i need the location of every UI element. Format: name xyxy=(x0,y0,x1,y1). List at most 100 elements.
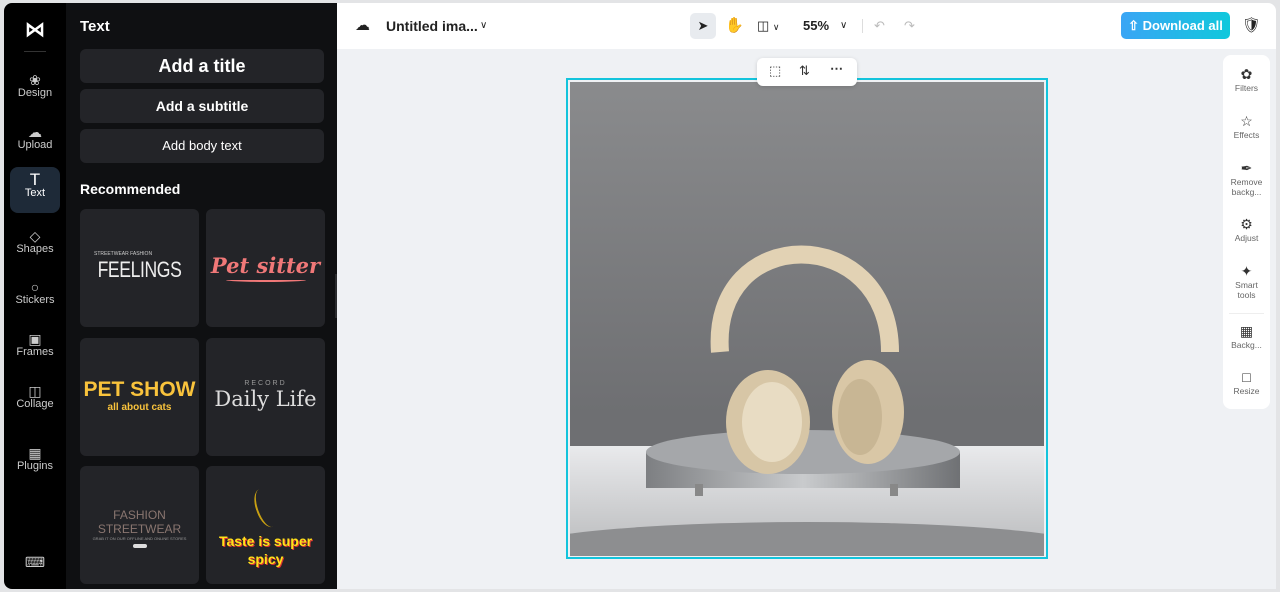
headphones-image[interactable] xyxy=(570,82,1044,556)
template-feelings[interactable]: STREETWEAR FASHION FEELINGS xyxy=(80,209,199,327)
template-main-text: FASHION STREETWEAR xyxy=(97,508,182,536)
template-pet-show[interactable]: PET SHOW all about cats xyxy=(80,338,199,456)
add-body-text-button[interactable]: Add body text xyxy=(80,129,324,163)
label: Frames xyxy=(16,346,54,358)
label: Collage xyxy=(16,398,54,410)
tool-effects[interactable]: ☆ Effects xyxy=(1223,112,1270,140)
template-fashion-streetwear[interactable]: FASHION STREETWEAR GRAB IT ON OUR OFFLIN… xyxy=(80,466,199,584)
label: Upload xyxy=(17,139,53,151)
undo-button[interactable]: ↶ xyxy=(874,13,885,39)
template-main-text: PET SHOW xyxy=(83,378,196,401)
rail-item-stickers[interactable]: ○ Stickers xyxy=(10,274,60,320)
upload-icon: ⇧ xyxy=(1128,18,1140,33)
redo-button[interactable]: ↷ xyxy=(904,13,915,39)
stickers-icon: ○ xyxy=(30,279,40,295)
shapes-icon: ◇ xyxy=(29,228,41,244)
rail-item-plugins[interactable]: ▦ Plugins xyxy=(10,440,60,486)
remove-background-icon: ✒ xyxy=(1240,160,1253,176)
label: Remove backg... xyxy=(1230,177,1263,197)
rail-item-text[interactable]: T Text xyxy=(10,167,60,213)
rail-item-design[interactable]: ❀ Design xyxy=(10,67,60,113)
template-main-text: FEELINGS xyxy=(97,257,182,282)
left-rail: ⋈ ❀ Design ☁ Upload T Text ◇ Shapes ○ Sticker… xyxy=(4,3,66,589)
shield-icon[interactable]: 🛡 xyxy=(1242,13,1261,39)
download-all-button[interactable]: ⇧ Download all xyxy=(1121,12,1230,39)
layout-button[interactable]: ◫ ∨ xyxy=(757,13,780,39)
label: Resize xyxy=(1233,386,1260,396)
headphones-photo xyxy=(570,245,1044,556)
file-name[interactable]: Untitled ima... xyxy=(386,13,478,39)
design-icon: ❀ xyxy=(29,72,41,88)
layout-icon: ◫ xyxy=(757,18,770,33)
rail-item-frames[interactable]: ▣ Frames xyxy=(10,326,60,372)
divider xyxy=(1229,313,1264,314)
label: Download all xyxy=(1142,18,1223,33)
plugins-icon: ▦ xyxy=(28,445,42,461)
capcut-logo[interactable]: ⋈ xyxy=(24,17,46,41)
magic-wand-icon: ✦ xyxy=(1240,263,1253,279)
template-main-text: Taste is super spicy xyxy=(218,533,313,567)
divider xyxy=(24,51,46,52)
collage-icon: ◫ xyxy=(28,383,42,399)
chevron-down-icon[interactable]: ∨ xyxy=(480,13,487,39)
add-subtitle-button[interactable]: Add a subtitle xyxy=(80,89,324,123)
text-icon: T xyxy=(29,170,41,189)
template-pet-sitter[interactable]: Pet sitter xyxy=(206,209,325,327)
right-toolbar: ✿ Filters ☆ Effects ✒ Remove backg... ⚙ Adju… xyxy=(1223,55,1270,409)
template-pill xyxy=(132,544,147,548)
cloud-sync-icon[interactable]: ☁ xyxy=(355,13,370,39)
rail-item-shapes[interactable]: ◇ Shapes xyxy=(10,223,60,269)
tool-remove-background[interactable]: ✒ Remove backg... xyxy=(1223,159,1270,197)
filters-icon: ✿ xyxy=(1240,66,1253,82)
tool-filters[interactable]: ✿ Filters xyxy=(1223,65,1270,93)
tool-resize[interactable]: □ Resize xyxy=(1223,368,1270,396)
effects-icon: ☆ xyxy=(1240,113,1253,129)
swoosh-decoration xyxy=(225,278,306,282)
hand-tool-button[interactable]: ✋ xyxy=(725,13,744,39)
tool-background[interactable]: ▦ Backg... xyxy=(1223,322,1270,350)
keyboard-icon: ⌨ xyxy=(24,554,46,570)
template-small-text: RECORD xyxy=(244,380,287,387)
select-tool-button[interactable]: ➤ xyxy=(690,13,716,39)
label: Stickers xyxy=(15,294,55,306)
tool-adjust[interactable]: ⚙ Adjust xyxy=(1223,215,1270,243)
frames-icon: ▣ xyxy=(28,331,42,347)
recommended-heading: Recommended xyxy=(80,181,181,197)
template-daily-life[interactable]: RECORD Daily Life xyxy=(206,338,325,456)
replace-icon[interactable]: ⇅ xyxy=(799,63,810,79)
label: Adjust xyxy=(1234,233,1259,243)
rail-item-collage[interactable]: ◫ Collage xyxy=(10,378,60,424)
hand-icon: ✋ xyxy=(725,17,744,34)
tool-smart-tools[interactable]: ✦ Smart tools xyxy=(1223,262,1270,300)
resize-icon: □ xyxy=(1242,369,1251,385)
template-main-text: Pet sitter xyxy=(210,253,321,278)
top-bar: ☁ Untitled ima... ∨ ➤ ✋ ◫ ∨ 55% ∨ ↶ ↷ ⇧ … xyxy=(337,3,1276,49)
label: Shapes xyxy=(16,243,54,255)
arrow-decoration xyxy=(249,485,282,531)
zoom-level[interactable]: 55% xyxy=(803,13,829,39)
more-icon[interactable]: ⋯ xyxy=(830,61,843,77)
zoom-chevron-icon[interactable]: ∨ xyxy=(840,13,847,39)
divider xyxy=(862,19,863,33)
template-main-text: Daily Life xyxy=(214,387,317,411)
label: Smart tools xyxy=(1235,280,1258,300)
template-small-text: all about cats xyxy=(107,402,172,413)
redo-icon: ↷ xyxy=(904,18,915,33)
chevron-down-icon: ∨ xyxy=(772,22,780,32)
crop-select-icon[interactable]: ⬚ xyxy=(769,63,781,79)
panel-title: Text xyxy=(80,18,110,35)
template-taste-spicy[interactable]: Taste is super spicy xyxy=(206,466,325,584)
label: Plugins xyxy=(16,460,54,472)
text-panel: Text Add a title Add a subtitle Add body… xyxy=(66,3,337,589)
keyboard-shortcuts-button[interactable]: ⌨ xyxy=(10,549,60,573)
cursor-icon: ➤ xyxy=(697,18,709,33)
template-small-text: GRAB IT ON OUR OFFLINE AND ONLINE STORES xyxy=(92,536,187,541)
adjust-icon: ⚙ xyxy=(1240,216,1253,232)
label: Filters xyxy=(1234,83,1259,93)
add-title-button[interactable]: Add a title xyxy=(80,49,324,83)
label: Backg... xyxy=(1231,340,1262,350)
rail-item-upload[interactable]: ☁ Upload xyxy=(10,119,60,165)
upload-icon: ☁ xyxy=(28,124,42,140)
image-context-toolbar: ⬚ ⇅ ⋯ xyxy=(757,58,857,86)
undo-icon: ↶ xyxy=(874,18,885,33)
